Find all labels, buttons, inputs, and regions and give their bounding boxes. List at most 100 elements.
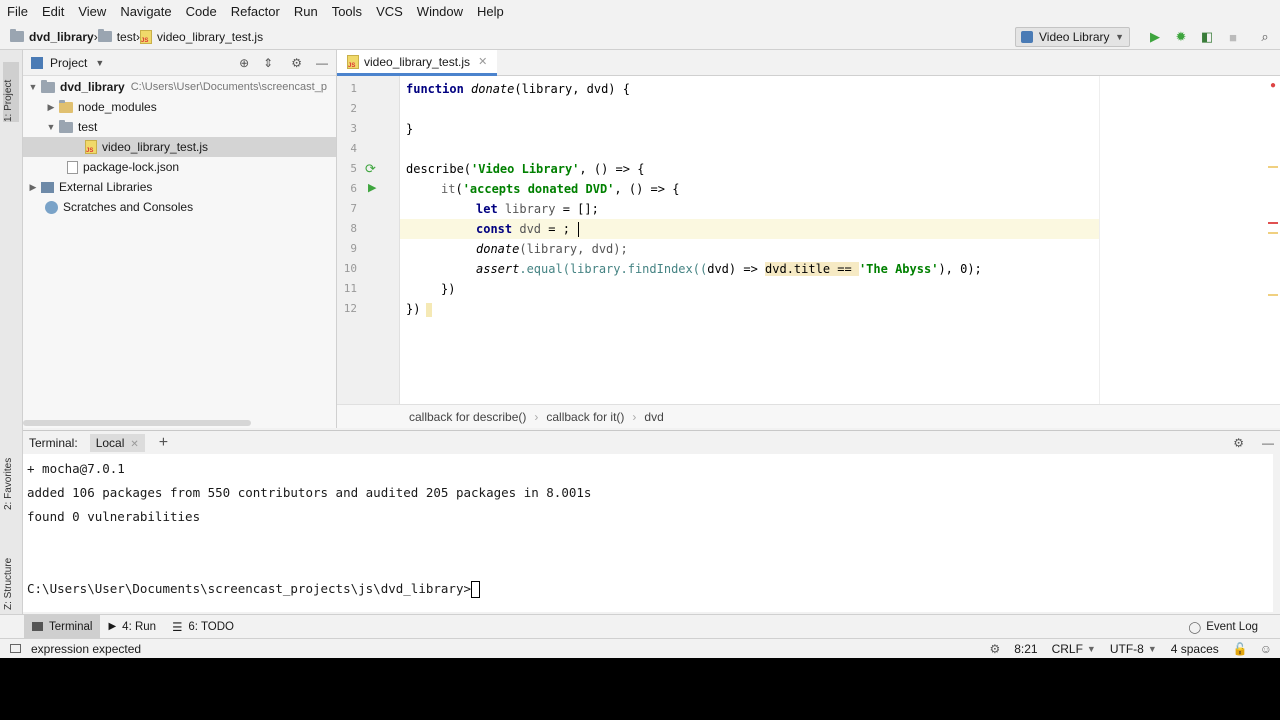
run-tests-icon[interactable]: ⟳ — [365, 161, 376, 177]
tree-item-node-modules[interactable]: ▶ node_modules — [23, 97, 336, 117]
event-log-button[interactable]: ◯ Event Log — [1180, 615, 1266, 639]
structure-tool-tab[interactable]: Z: Structure — [3, 530, 19, 610]
event-log-icon: ◯ — [1188, 621, 1202, 634]
file-encoding[interactable]: UTF-8 — [1110, 642, 1144, 656]
tree-item-package-lock[interactable]: package-lock.json — [23, 157, 336, 177]
stop-icon[interactable]: ■ — [1224, 28, 1242, 46]
code-line-9: donate(library, dvd); — [476, 242, 628, 256]
terminal-tab-local[interactable]: Local ✕ — [89, 433, 145, 452]
warning-stripe[interactable] — [1268, 232, 1278, 234]
todo-tool-button[interactable]: ☰ 6: TODO — [164, 615, 242, 639]
project-icon — [31, 56, 43, 69]
gear-icon[interactable]: ⚙ — [291, 56, 302, 70]
minimize-icon[interactable]: — — [1262, 436, 1274, 450]
line-number: 1 — [350, 82, 357, 95]
inspector-icon[interactable]: ☺ — [1260, 642, 1272, 656]
breadcrumb-describe[interactable]: callback for describe() — [409, 410, 526, 424]
indent-setting[interactable]: 4 spaces — [1171, 642, 1219, 656]
nav-project[interactable]: dvd_library — [0, 24, 94, 50]
warning-stripe[interactable] — [1268, 294, 1278, 296]
menu-edit[interactable]: Edit — [35, 0, 71, 24]
search-icon[interactable]: ⌕ — [1256, 28, 1274, 46]
project-tool-tab[interactable]: 1: Project — [3, 62, 19, 122]
expanded-arrow-icon[interactable]: ▼ — [25, 82, 41, 92]
line-number: 8 — [350, 222, 357, 235]
collapse-all-icon[interactable]: ⇕ — [263, 56, 273, 70]
menu-refactor[interactable]: Refactor — [224, 0, 287, 24]
menu-vcs[interactable]: VCS — [369, 0, 410, 24]
chevron-down-icon: ▼ — [1147, 643, 1157, 654]
tree-item-scratches[interactable]: Scratches and Consoles — [23, 197, 336, 217]
menu-help[interactable]: Help — [470, 0, 511, 24]
code-line-11: }) — [441, 282, 456, 296]
warning-stripe[interactable] — [1268, 166, 1278, 168]
expanded-arrow-icon[interactable]: ▼ — [43, 122, 59, 132]
gear-icon[interactable]: ⚙ — [1233, 436, 1244, 450]
run-test-icon[interactable]: ▶ — [368, 181, 376, 194]
menu-file[interactable]: File — [0, 0, 35, 24]
chevron-down-icon[interactable]: ▼ — [95, 58, 104, 68]
editor-tabs: video_library_test.js ✕ — [337, 50, 1280, 76]
editor-tab-video-library-test[interactable]: video_library_test.js ✕ — [337, 50, 498, 76]
js-file-icon — [85, 140, 97, 154]
terminal-line: + mocha@7.0.1 — [27, 461, 125, 476]
line-separator[interactable]: CRLF — [1052, 642, 1083, 656]
nav-file[interactable]: video_library_test.js — [140, 24, 263, 50]
caret-position[interactable]: 8:21 — [1014, 642, 1037, 656]
error-stripe[interactable] — [1268, 222, 1278, 224]
menu-tools[interactable]: Tools — [325, 0, 369, 24]
menu-window[interactable]: Window — [410, 0, 470, 24]
menu-view[interactable]: View — [71, 0, 113, 24]
terminal-tool-button[interactable]: Terminal — [24, 614, 101, 639]
breadcrumb-dvd[interactable]: dvd — [644, 410, 663, 424]
locate-icon[interactable]: ⊕ — [239, 56, 249, 70]
settings-icon[interactable]: ⚙ — [989, 642, 1000, 656]
run-icon: ▶ — [108, 621, 117, 632]
terminal-scrollbar[interactable] — [1273, 454, 1280, 612]
menu-run[interactable]: Run — [287, 0, 325, 24]
menu-code[interactable]: Code — [179, 0, 224, 24]
code-line-7: let library = []; — [476, 202, 599, 216]
favorites-tool-tab[interactable]: 2: Favorites — [3, 430, 19, 510]
editor-breadcrumbs: callback for describe() › callback for i… — [337, 404, 1280, 428]
terminal-prompt: C:\Users\User\Documents\screencast_proje… — [27, 577, 481, 601]
tree-item-external-libraries[interactable]: ▶ External Libraries — [23, 177, 336, 197]
line-number: 12 — [343, 302, 357, 315]
debug-icon[interactable]: ✹ — [1172, 28, 1190, 46]
code-editor[interactable]: function donate(library, dvd) { } descri… — [400, 76, 1280, 404]
menu-navigate[interactable]: Navigate — [113, 0, 178, 24]
nav-folder[interactable]: test — [97, 24, 136, 50]
line-number: 2 — [350, 102, 357, 115]
horizontal-scrollbar[interactable] — [23, 420, 251, 426]
collapsed-arrow-icon[interactable]: ▶ — [25, 182, 41, 193]
code-line-1: function donate(library, dvd) { — [406, 82, 630, 96]
tree-item-test-file[interactable]: video_library_test.js — [23, 137, 336, 157]
plus-icon[interactable]: + — [159, 434, 168, 452]
run-icon[interactable]: ▶ — [1146, 28, 1164, 46]
run-tool-button[interactable]: ▶ 4: Run — [100, 615, 164, 639]
project-panel-title[interactable]: Project — [50, 56, 87, 70]
tool-window-quick-access-icon[interactable] — [10, 644, 21, 653]
line-number: 6 — [350, 182, 357, 195]
folder-icon — [10, 29, 24, 42]
run-configuration-select[interactable]: Video Library ▼ — [1015, 27, 1130, 47]
collapsed-arrow-icon[interactable]: ▶ — [43, 102, 59, 113]
folder-icon — [41, 79, 55, 93]
coverage-icon[interactable]: ◧ — [1198, 28, 1216, 46]
tree-item-dvd-library[interactable]: ▼ dvd_library C:\Users\User\Documents\sc… — [23, 77, 336, 97]
breadcrumb-it[interactable]: callback for it() — [546, 410, 624, 424]
tree-item-test[interactable]: ▼ test — [23, 117, 336, 137]
terminal-line: added 106 packages from 550 contributors… — [27, 485, 592, 500]
scratches-icon — [45, 200, 58, 214]
error-indicator-icon[interactable]: ● — [1270, 80, 1276, 91]
line-number: 4 — [350, 142, 357, 155]
lock-icon[interactable]: 🔓 — [1233, 642, 1248, 656]
close-icon[interactable]: ✕ — [130, 439, 138, 450]
terminal-output[interactable]: + mocha@7.0.1 added 106 packages from 55… — [23, 454, 1273, 612]
project-panel-header: Project ▼ ⊕ ⇕ ⚙ — — [23, 50, 336, 76]
project-panel: Project ▼ ⊕ ⇕ ⚙ — ▼ dvd_library C:\Users… — [23, 50, 337, 428]
minimize-icon[interactable]: — — [316, 56, 328, 70]
line-number: 3 — [350, 122, 357, 135]
line-number: 9 — [350, 242, 357, 255]
close-icon[interactable]: ✕ — [478, 55, 487, 68]
